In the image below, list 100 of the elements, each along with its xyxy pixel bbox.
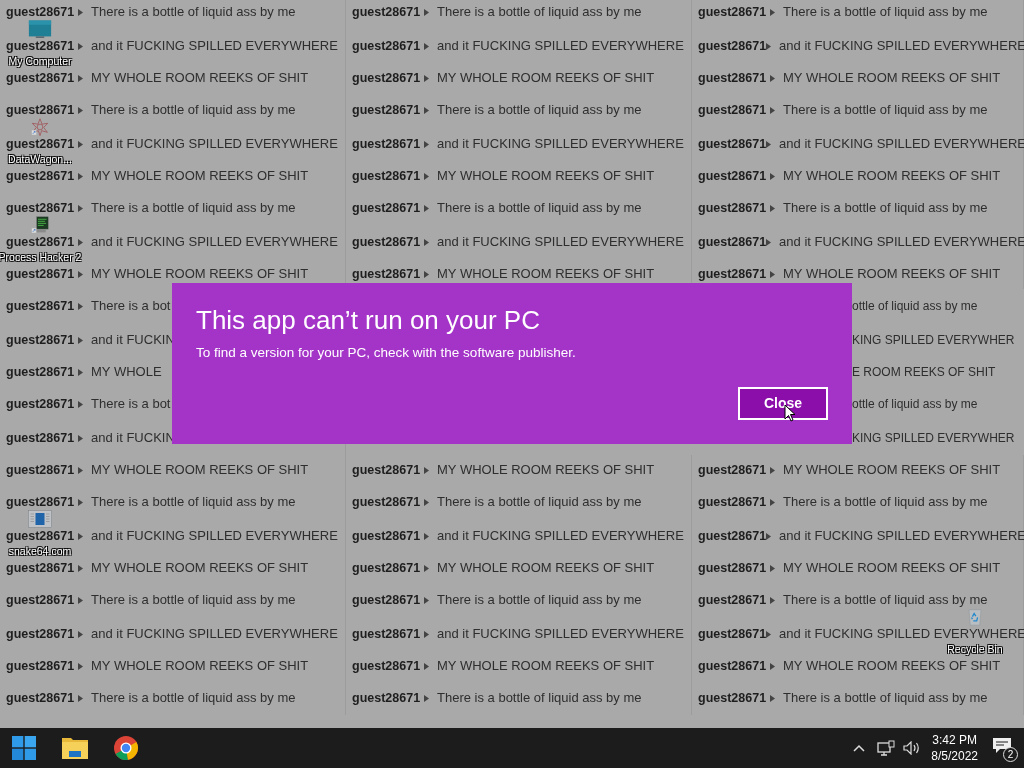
arrow-icon bbox=[78, 270, 83, 278]
chevron-up-icon[interactable] bbox=[853, 744, 866, 752]
arrow-icon bbox=[770, 8, 775, 16]
arrow-icon bbox=[78, 302, 83, 310]
username: guest28671 bbox=[352, 591, 422, 609]
message-text: MY WHOLE ROOM REEKS OF SHIT bbox=[91, 69, 309, 88]
message-text: There is a bottle of liquid ass by me bbox=[91, 199, 296, 218]
folder-icon[interactable] bbox=[62, 736, 88, 760]
message-text: MY WHOLE bbox=[91, 363, 162, 382]
arrow-icon bbox=[770, 172, 775, 180]
arrow-icon bbox=[424, 106, 429, 114]
arrow-icon bbox=[78, 204, 83, 212]
message-text: There is a bottle of liquid ass by me bbox=[783, 689, 988, 708]
arrow-icon bbox=[770, 498, 775, 506]
arrow-icon bbox=[78, 498, 83, 506]
username: guest28671 bbox=[352, 265, 422, 283]
message-text: There is a bottle of liquid ass by me bbox=[437, 3, 642, 22]
username: guest28671 bbox=[698, 559, 768, 577]
username: guest28671 bbox=[6, 395, 76, 413]
arrow-icon bbox=[766, 42, 772, 50]
arrow-icon bbox=[770, 596, 775, 604]
computer-shortcut-icon[interactable] bbox=[31, 216, 49, 234]
arrow-icon bbox=[78, 172, 83, 180]
username: guest28671 bbox=[698, 69, 768, 87]
browser-icon[interactable] bbox=[114, 736, 138, 760]
username: guest28671 bbox=[698, 265, 768, 283]
document-icon[interactable] bbox=[28, 510, 52, 528]
speaker-icon[interactable] bbox=[903, 741, 922, 755]
message-text: There is a bottle of liquid ass by me bbox=[437, 689, 642, 708]
message-text: E ROOM REEKS OF SHIT bbox=[852, 364, 996, 381]
username: guest28671 bbox=[352, 101, 422, 119]
message-text: MY WHOLE ROOM REEKS OF SHIT bbox=[91, 461, 309, 480]
username: guest28671 bbox=[698, 493, 768, 511]
arrow-icon bbox=[78, 434, 83, 442]
message-text: and it FUCKING SPILLED EVERYWHERE bbox=[91, 625, 338, 644]
username: guest28671 bbox=[6, 297, 76, 315]
message-text: MY WHOLE ROOM REEKS OF SHIT bbox=[437, 265, 655, 284]
username: guest28671 bbox=[698, 689, 768, 707]
arrow-icon bbox=[424, 630, 429, 638]
message-text: There is a bottle of liquid ass by me bbox=[437, 101, 642, 120]
message-text: There is a bottle of liquid ass by me bbox=[91, 689, 296, 708]
username: guest28671 bbox=[6, 167, 76, 185]
username: guest28671 bbox=[698, 37, 767, 55]
arrow-icon bbox=[424, 42, 429, 50]
message-text: MY WHOLE ROOM REEKS OF SHIT bbox=[783, 167, 1001, 186]
arrow-icon bbox=[78, 106, 83, 114]
message-text: and it FUCKING SPILLED EVERYWHERE bbox=[437, 233, 684, 252]
arrow-icon bbox=[78, 336, 83, 344]
dialog-message: To find a version for your PC, check with the software publisher. bbox=[196, 344, 577, 362]
arrow-icon bbox=[770, 564, 775, 572]
message-text: MY WHOLE ROOM REEKS OF SHIT bbox=[783, 657, 1001, 676]
arrow-icon bbox=[78, 368, 83, 376]
arrow-icon bbox=[770, 270, 775, 278]
message-text: There is a bottle of liquid ass by me bbox=[91, 591, 296, 610]
desktop-icon-label[interactable]: DataWagon... bbox=[8, 154, 72, 165]
arrow-icon bbox=[770, 74, 775, 82]
close-button[interactable]: Close bbox=[738, 387, 828, 421]
message-text: MY WHOLE ROOM REEKS OF SHIT bbox=[91, 657, 309, 676]
username: guest28671 bbox=[6, 265, 76, 283]
arrow-icon bbox=[78, 532, 83, 540]
arrow-icon bbox=[424, 204, 429, 212]
message-text: MY WHOLE ROOM REEKS OF SHIT bbox=[437, 69, 655, 88]
arrow-icon bbox=[424, 172, 429, 180]
message-text: There is a bot bbox=[91, 395, 171, 414]
username: guest28671 bbox=[6, 591, 76, 609]
arrow-icon bbox=[78, 8, 83, 16]
message-text: There is a bottle of liquid ass by me bbox=[437, 199, 642, 218]
message-text: There is a bottle of liquid ass by me bbox=[91, 493, 296, 512]
arrow-icon bbox=[78, 400, 83, 408]
username: guest28671 bbox=[6, 69, 76, 87]
username: guest28671 bbox=[352, 461, 422, 479]
username: guest28671 bbox=[352, 3, 422, 21]
username: guest28671 bbox=[352, 199, 422, 217]
message-text: MY WHOLE ROOM REEKS OF SHIT bbox=[783, 559, 1001, 578]
arrow-icon bbox=[424, 8, 429, 16]
username: guest28671 bbox=[6, 493, 76, 511]
clock-time[interactable]: 3:42 PM bbox=[932, 732, 977, 748]
username: guest28671 bbox=[6, 199, 76, 217]
message-text: MY WHOLE ROOM REEKS OF SHIT bbox=[437, 167, 655, 186]
arrow-icon bbox=[770, 106, 775, 114]
message-text: There is a bot bbox=[91, 297, 171, 316]
message-text: MY WHOLE ROOM REEKS OF SHIT bbox=[437, 461, 655, 480]
arrow-icon bbox=[424, 564, 429, 572]
message-text: and it FUCKING SPILLED EVERYWHERE bbox=[437, 527, 684, 546]
username: guest28671 bbox=[6, 233, 76, 251]
message-text: and it FUCKING SPILLED EVERYWHERE bbox=[91, 527, 338, 546]
arrow-icon bbox=[78, 662, 83, 670]
username: guest28671 bbox=[352, 233, 422, 251]
arrow-icon bbox=[78, 42, 83, 50]
clock-date[interactable]: 8/5/2022 bbox=[931, 748, 978, 764]
network-icon[interactable] bbox=[877, 740, 896, 756]
desktop-icon-label[interactable]: snake64.com bbox=[8, 546, 72, 557]
username: guest28671 bbox=[698, 167, 768, 185]
star-shortcut-icon[interactable] bbox=[31, 118, 49, 136]
arrow-icon bbox=[424, 466, 429, 474]
notification-count: 2 bbox=[1003, 747, 1018, 762]
windows-icon[interactable] bbox=[12, 736, 36, 760]
message-text: ottle of liquid ass by me bbox=[852, 298, 978, 315]
message-text: There is a bottle of liquid ass by me bbox=[783, 3, 988, 22]
arrow-icon bbox=[770, 662, 775, 670]
